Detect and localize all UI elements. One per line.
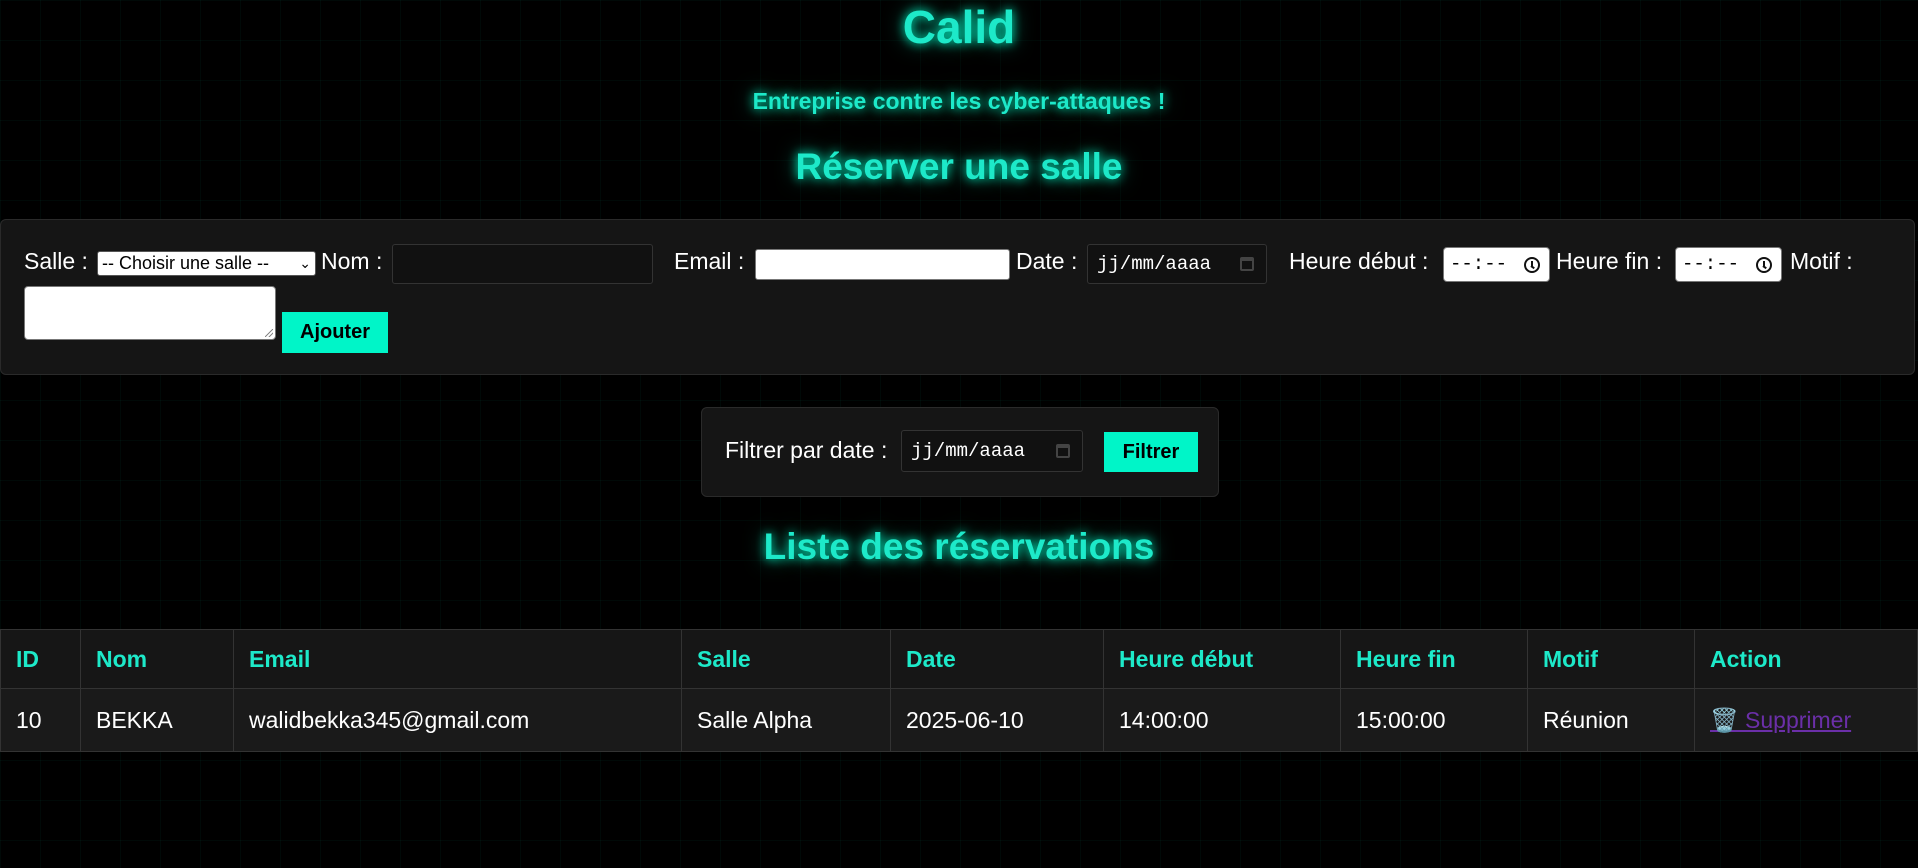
ajouter-button[interactable]: Ajouter: [282, 312, 388, 353]
site-title: Calid: [902, 1, 1016, 53]
supprimer-link[interactable]: 🗑️ Supprimer: [1710, 707, 1851, 733]
col-header-email: Email: [233, 629, 682, 689]
col-header-date: Date: [890, 629, 1104, 689]
date-label: Date :: [1016, 248, 1078, 274]
cell-email: walidbekka345@gmail.com: [233, 688, 682, 752]
motif-textarea[interactable]: [24, 286, 276, 340]
cell-heure-fin: 15:00:00: [1340, 688, 1528, 752]
col-header-heure-debut: Heure début: [1103, 629, 1341, 689]
reserve-heading: Réserver une salle: [795, 146, 1123, 187]
salle-select-value: -- Choisir une salle --: [102, 253, 270, 273]
email-label: Email :: [674, 248, 745, 274]
clock-icon[interactable]: [1756, 256, 1772, 273]
nom-input[interactable]: [392, 244, 653, 284]
heure-debut-input[interactable]: --:--: [1443, 247, 1550, 282]
motif-label: Motif :: [1790, 248, 1853, 274]
filtrer-button[interactable]: Filtrer: [1104, 432, 1198, 472]
resize-handle-icon[interactable]: [265, 329, 273, 337]
email-input[interactable]: [755, 249, 1010, 280]
col-header-action: Action: [1694, 629, 1918, 689]
cell-heure-debut: 14:00:00: [1103, 688, 1341, 752]
filter-date-input[interactable]: jj/mm/aaaa: [901, 430, 1083, 472]
salle-select[interactable]: -- Choisir une salle -- ⌄: [97, 251, 316, 276]
calendar-icon[interactable]: [1056, 444, 1070, 458]
heure-debut-label: Heure début :: [1289, 248, 1429, 274]
col-header-nom: Nom: [80, 629, 234, 689]
filter-panel: Filtrer par date : jj/mm/aaaa Filtrer: [701, 407, 1219, 497]
calendar-icon[interactable]: [1240, 257, 1254, 271]
date-placeholder: jj/mm/aaaa: [1097, 253, 1212, 275]
cell-nom: BEKKA: [80, 688, 234, 752]
clock-icon[interactable]: [1524, 256, 1540, 273]
col-header-id: ID: [0, 629, 81, 689]
table-header-row: ID Nom Email Salle Date Heure début Heur…: [0, 629, 1918, 689]
heure-fin-placeholder: --:--: [1682, 253, 1740, 275]
col-header-heure-fin: Heure fin: [1340, 629, 1528, 689]
cell-date: 2025-06-10: [890, 688, 1104, 752]
filter-label: Filtrer par date :: [725, 437, 888, 463]
site-subtitle: Entreprise contre les cyber-attaques !: [752, 88, 1166, 114]
table-row: 10 BEKKA walidbekka345@gmail.com Salle A…: [0, 688, 1918, 752]
col-header-motif: Motif: [1527, 629, 1695, 689]
salle-label: Salle :: [24, 248, 88, 274]
chevron-down-icon: ⌄: [299, 255, 311, 271]
date-input[interactable]: jj/mm/aaaa: [1087, 244, 1267, 284]
heure-fin-input[interactable]: --:--: [1675, 247, 1782, 282]
cell-motif: Réunion: [1527, 688, 1695, 752]
heure-debut-placeholder: --:--: [1450, 253, 1508, 275]
nom-label: Nom :: [321, 248, 383, 274]
list-heading: Liste des réservations: [763, 526, 1155, 567]
col-header-salle: Salle: [681, 629, 891, 689]
cell-id: 10: [0, 688, 81, 752]
reservation-form: Salle : -- Choisir une salle -- ⌄ Nom : …: [0, 219, 1915, 375]
cell-action: 🗑️ Supprimer: [1694, 688, 1918, 752]
filter-date-placeholder: jj/mm/aaaa: [911, 440, 1026, 462]
heure-fin-label: Heure fin :: [1556, 248, 1663, 274]
reservations-table: ID Nom Email Salle Date Heure début Heur…: [0, 629, 1918, 752]
cell-salle: Salle Alpha: [681, 688, 891, 752]
